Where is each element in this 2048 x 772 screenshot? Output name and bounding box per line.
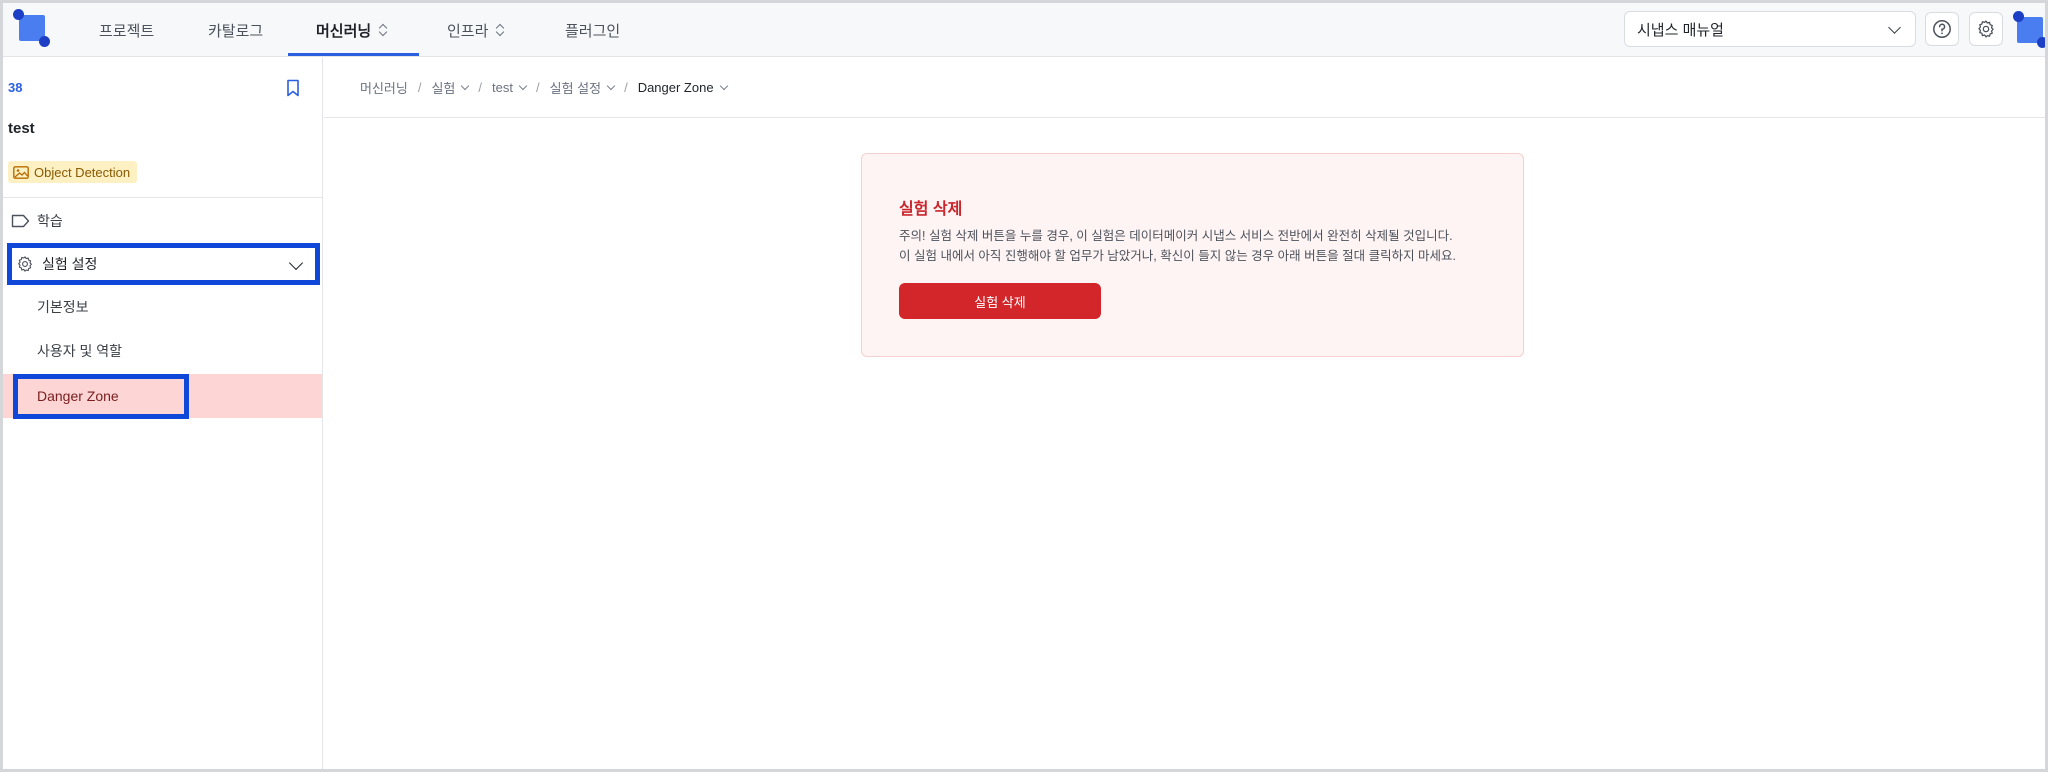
sidebar-item-training[interactable]: 학습 [3,201,322,241]
experiment-number: 38 [8,80,23,95]
app-logo[interactable] [13,9,53,47]
card-description-line: 이 실험 내에서 아직 진행해야 할 업무가 남았거나, 확신이 들지 않는 경… [899,249,1457,263]
chevron-down-icon [719,81,728,91]
nav-item-catalog[interactable]: 카탈로그 [208,3,263,57]
chevron-down-icon [288,255,304,271]
nav-item-infra[interactable]: 인프라 [447,3,505,57]
manual-select-value: 시냅스 매뉴얼 [1637,21,1724,39]
task-type-badge: Object Detection [8,161,138,183]
breadcrumb-item-experiment-settings[interactable]: 실험 설정 [549,78,616,97]
breadcrumb-separator: / [417,80,422,95]
breadcrumb-label: 실험 설정 [549,81,602,96]
expand-collapse-icon [379,23,388,37]
breadcrumb-separator: / [624,80,628,95]
sidebar-divider [3,197,322,198]
top-navigation-bar: 프로젝트 카탈로그 머신러닝 인프라 플러그인 시냅스 매뉴얼 [3,3,2045,57]
sidebar-subitem-users-roles[interactable]: 사용자 및 역할 [3,329,322,373]
sidebar-subitem-label: Danger Zone [37,388,119,404]
breadcrumb-separator: / [535,80,540,95]
chevron-down-icon [461,81,470,91]
breadcrumb-item-danger-zone[interactable]: Danger Zone [637,80,728,95]
question-circle-icon [1933,20,1951,38]
sidebar-item-experiment-settings[interactable]: 실험 설정 [7,243,320,285]
help-button[interactable] [1925,12,1959,46]
gear-icon [18,256,32,272]
nav-item-label: 카탈로그 [208,22,264,40]
card-description-line: 주의! 실험 삭제 버튼을 누를 경우, 이 실험은 데이터메이커 시냅스 서비… [899,229,1453,243]
breadcrumb-label: test [492,80,513,95]
nav-item-label: 프로젝트 [99,22,155,40]
nav-item-label: 플러그인 [565,22,621,40]
sidebar-subitem-label: 기본정보 [37,299,89,315]
chevron-down-icon [1888,21,1901,34]
breadcrumb-label: Danger Zone [637,80,714,95]
sidebar-item-label: 학습 [37,213,63,229]
breadcrumb: 머신러닝 / 실험 / test / 실험 설정 / Danger Zone [324,58,2045,118]
nav-item-label: 머신러닝 [316,22,372,40]
active-nav-indicator [288,53,419,56]
card-title: 실험 삭제 [899,201,963,218]
experiment-name: test [8,120,35,137]
nav-item-machine-learning[interactable]: 머신러닝 [316,3,388,57]
experiment-sidebar: 38 test Object Detection 학습 실험 설정 기본정보 사… [3,58,323,769]
expand-collapse-icon [496,23,505,37]
card-description: 주의! 실험 삭제 버튼을 누를 경우, 이 실험은 데이터메이커 시냅스 서비… [899,226,1499,266]
manual-select-dropdown[interactable]: 시냅스 매뉴얼 [1624,11,1916,47]
breadcrumb-item-machine-learning[interactable]: 머신러닝 [360,78,408,97]
breadcrumb-item-experiments[interactable]: 실험 [431,78,470,97]
chevron-down-icon [606,81,616,91]
breadcrumb-separator: / [478,80,483,95]
nav-item-projects[interactable]: 프로젝트 [99,3,154,57]
gear-icon [1978,20,1994,38]
breadcrumb-item-experiment[interactable]: test [492,80,528,95]
sidebar-subitem-basic-info[interactable]: 기본정보 [3,285,322,329]
bookmark-icon[interactable] [284,78,302,98]
sidebar-item-label: 실험 설정 [42,256,98,272]
delete-experiment-button[interactable]: 실험 삭제 [899,283,1101,319]
breadcrumb-label: 실험 [431,81,456,96]
nav-item-label: 인프라 [447,22,489,40]
task-type-label: Object Detection [34,164,131,180]
nav-item-plugins[interactable]: 플러그인 [565,3,620,57]
breadcrumb-label: 머신러닝 [360,81,408,96]
image-icon [13,165,29,179]
sidebar-subitem-label: 사용자 및 역할 [37,343,123,359]
settings-button[interactable] [1969,12,2003,46]
app-window: 프로젝트 카탈로그 머신러닝 인프라 플러그인 시냅스 매뉴얼 38 test … [0,0,2048,772]
chevron-down-icon [518,81,528,91]
user-avatar[interactable] [2013,11,2045,48]
delete-experiment-card: 실험 삭제 주의! 실험 삭제 버튼을 누를 경우, 이 실험은 데이터메이커 … [861,153,1524,357]
tag-icon [11,214,30,228]
